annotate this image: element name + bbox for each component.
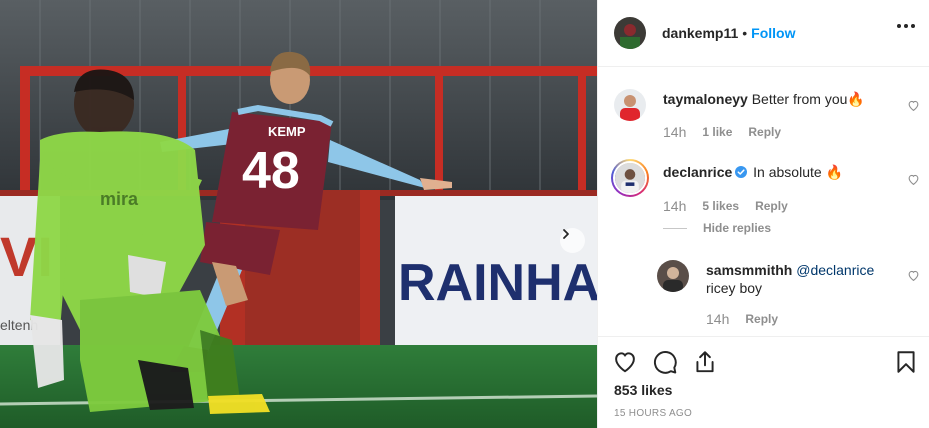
comment-time[interactable]: 14h [663,124,686,140]
replier-avatar[interactable] [657,260,689,292]
reply-button[interactable]: Reply [755,199,788,213]
comment-likes[interactable]: 1 like [702,125,732,139]
comment-icon[interactable] [652,349,678,375]
hide-replies-label: Hide replies [703,221,772,235]
reply-button[interactable]: Reply [745,312,778,326]
chevron-right-icon [563,229,569,239]
more-options-icon[interactable] [897,24,915,28]
commenter-avatar-story-ring[interactable] [611,159,649,197]
reply-mention-link[interactable]: @declanrice [796,262,874,278]
comment-username[interactable]: declanrice [663,164,732,180]
reply-username[interactable]: samsmmithh [706,262,792,278]
hide-replies-button[interactable]: Hide replies [663,221,771,235]
bookmark-icon[interactable] [893,349,919,375]
comment-like-heart-icon[interactable] [907,173,920,186]
reply-button[interactable]: Reply [748,125,781,139]
next-photo-button[interactable] [560,228,585,253]
post-timestamp[interactable]: 15 HOURS AGO [614,408,692,419]
post-side-panel: dankemp11 • Follow taymaloneyy Better fr… [597,0,929,428]
verified-badge-icon [735,166,748,178]
heart-icon[interactable] [612,349,638,375]
jersey-name: KEMP [268,124,306,139]
share-icon[interactable] [692,349,718,375]
comment-username[interactable]: taymaloneyy [663,91,748,107]
shirt-sponsor: mira [100,189,139,209]
replies-divider-line [663,227,687,229]
ad-board-text-rainham: RAINHAM'S [398,254,597,312]
header-separator: • [742,25,748,41]
follow-button[interactable]: Follow [751,25,795,41]
author-avatar[interactable] [614,17,646,49]
post-header: dankemp11 • Follow [598,0,929,67]
jersey-number: 48 [242,142,300,200]
commenter-avatar[interactable] [614,89,646,121]
photo-scene: VI eltenh RAINHAM'S KEMP 48 [0,0,597,428]
author-username[interactable]: dankemp11 [662,25,738,41]
comment-likes[interactable]: 5 likes [702,199,739,213]
likes-count[interactable]: 853 likes [614,382,672,398]
comment-text: Better from you🔥 [751,91,865,107]
post-actions: 853 likes 15 HOURS AGO [598,336,929,428]
comment-time[interactable]: 14h [663,198,686,214]
reply-like-heart-icon[interactable] [907,269,920,282]
reply-text: ricey boy [706,280,763,296]
reply-time[interactable]: 14h [706,311,729,327]
comment-text: In absolute 🔥 [753,164,843,180]
post-photo[interactable]: VI eltenh RAINHAM'S KEMP 48 [0,0,597,428]
comment-like-heart-icon[interactable] [907,99,920,112]
